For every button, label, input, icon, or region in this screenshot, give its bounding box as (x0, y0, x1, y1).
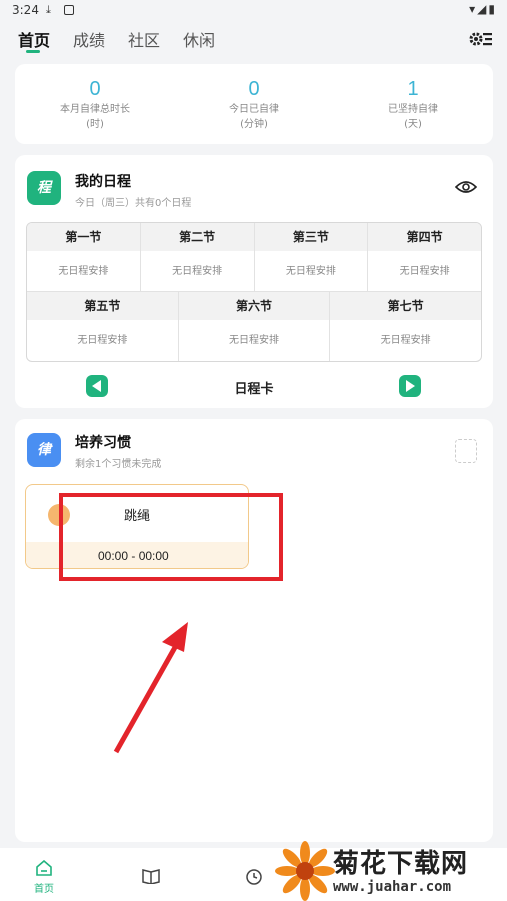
habit-list-icon[interactable] (455, 439, 477, 463)
schedule-icon: 程 (27, 171, 61, 205)
stat-month-total: 0 本月自律总时长 (时) (35, 78, 155, 131)
stat-streak: 1 已坚持自律 (天) (353, 78, 473, 131)
arrow-right-icon (406, 380, 415, 392)
habit-card: 律 培养习惯 剩余1个习惯未完成 跳绳 00:00 - 00:00 (15, 419, 493, 842)
watermark-url: www.juahar.com (333, 879, 452, 895)
stat-value: 0 (89, 78, 101, 100)
period-header-row: 第五节 第六节 第七节 (27, 292, 481, 320)
period-slot[interactable]: 无日程安排 (140, 251, 255, 292)
notification-icon (64, 5, 74, 15)
period-header: 第六节 (178, 292, 331, 320)
period-slot[interactable]: 无日程安排 (254, 251, 369, 292)
next-card-button[interactable] (399, 375, 421, 397)
active-tab-indicator (26, 50, 40, 53)
schedule-title: 我的日程 (75, 174, 131, 190)
habit-title: 培养习惯 (75, 435, 131, 451)
book-icon (142, 869, 160, 885)
watermark-title: 菊花下载网 (333, 849, 469, 879)
habit-subtitle: 剩余1个习惯未完成 (75, 459, 162, 470)
bottom-nav-book[interactable] (142, 868, 160, 888)
chrysanthemum-logo-icon (275, 841, 335, 901)
period-slot[interactable]: 无日程安排 (27, 251, 141, 292)
wifi-battery-icons: ▾◢▮ (469, 2, 497, 16)
tab-home[interactable]: 首页 (18, 27, 50, 51)
period-header: 第五节 (27, 292, 179, 320)
period-value-row: 无日程安排 无日程安排 无日程安排 无日程安排 (27, 251, 481, 292)
period-value-row: 无日程安排 无日程安排 无日程安排 (27, 320, 481, 361)
period-slot[interactable]: 无日程安排 (330, 320, 481, 361)
status-bar: 3:24 ⤓ ▾◢▮ (0, 0, 507, 20)
bottom-nav-home[interactable]: 首页 (34, 859, 54, 895)
download-icon: ⤓ (46, 3, 51, 16)
stat-unit: (时) (86, 119, 104, 130)
stat-label: 本月自律总时长 (60, 104, 130, 115)
schedule-card-label: 日程卡 (234, 382, 274, 397)
stats-card: 0 本月自律总时长 (时) 0 今日已自律 (分钟) 1 已坚持自律 (天) (15, 64, 493, 144)
stat-today: 0 今日已自律 (分钟) (194, 78, 314, 131)
period-header: 第三节 (254, 223, 369, 251)
settings-gear-icon[interactable] (467, 28, 493, 50)
tab-grades[interactable]: 成绩 (73, 27, 105, 51)
period-header: 第四节 (368, 223, 481, 251)
bottom-nav-home-label: 首页 (34, 884, 54, 895)
eye-icon[interactable] (455, 179, 477, 195)
bottom-nav-alarm[interactable] (245, 867, 263, 889)
status-time: 3:24 (12, 3, 39, 17)
schedule-grid: 第一节 第二节 第三节 第四节 无日程安排 无日程安排 无日程安排 无日程安排 … (26, 222, 482, 362)
stat-unit: (分钟) (240, 119, 268, 130)
tab-community[interactable]: 社区 (128, 27, 160, 51)
tab-leisure[interactable]: 休闲 (183, 27, 215, 51)
watermark: 菊花下载网 www.juahar.com (275, 841, 507, 901)
stat-unit: (天) (404, 119, 422, 130)
schedule-subtitle: 今日（周三）共有0个日程 (75, 198, 192, 209)
period-header: 第一节 (27, 223, 141, 251)
annotation-arrow (113, 622, 188, 754)
period-slot[interactable]: 无日程安排 (368, 251, 481, 292)
highlight-box (59, 493, 283, 581)
period-slot[interactable]: 无日程安排 (179, 320, 331, 361)
stat-label: 今日已自律 (229, 104, 279, 115)
period-slot[interactable]: 无日程安排 (27, 320, 179, 361)
home-icon (36, 859, 52, 876)
alarm-clock-icon (246, 869, 262, 885)
stat-label: 已坚持自律 (388, 104, 438, 115)
stat-value: 1 (407, 78, 419, 100)
period-header: 第二节 (140, 223, 255, 251)
habit-icon: 律 (27, 433, 61, 467)
stat-value: 0 (248, 78, 260, 100)
period-header-row: 第一节 第二节 第三节 第四节 (27, 223, 481, 251)
schedule-card: 程 我的日程 今日（周三）共有0个日程 第一节 第二节 第三节 第四节 无日程安… (15, 155, 493, 408)
top-tabs: 首页 成绩 社区 休闲 (0, 22, 507, 58)
period-header: 第七节 (330, 292, 481, 320)
